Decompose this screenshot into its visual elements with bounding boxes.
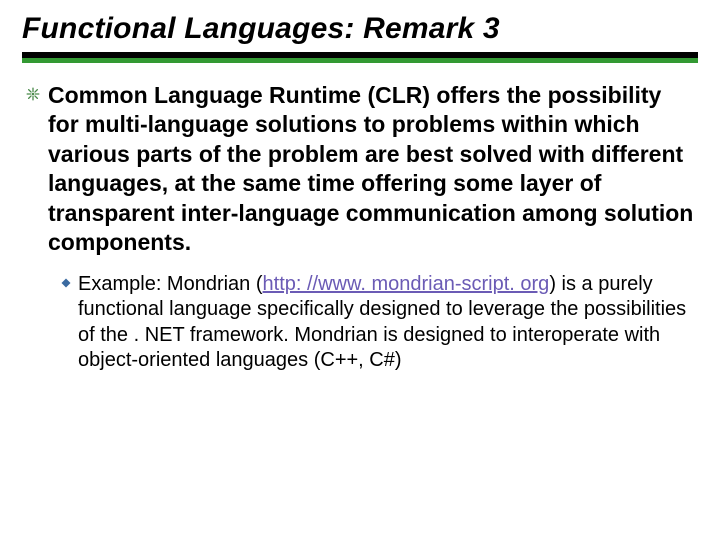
sub-bullet-item: Example: Mondrian (http: //www. mondrian… <box>60 272 694 374</box>
bullet-item: Common Language Runtime (CLR) offers the… <box>26 81 694 258</box>
bullet-text: Common Language Runtime (CLR) offers the… <box>48 81 694 258</box>
sub-text-prefix: Example: Mondrian ( <box>78 273 263 295</box>
slide-body: Common Language Runtime (CLR) offers the… <box>22 81 698 374</box>
sunburst-icon <box>26 87 40 101</box>
mondrian-link[interactable]: http: //www. mondrian-script. org <box>263 273 550 295</box>
slide-title: Functional Languages: Remark 3 <box>22 12 698 46</box>
slide: Functional Languages: Remark 3 <box>0 0 720 374</box>
diamond-icon <box>60 277 72 289</box>
title-rule-green <box>22 58 698 63</box>
sub-bullet-text: Example: Mondrian (http: //www. mondrian… <box>78 272 694 374</box>
